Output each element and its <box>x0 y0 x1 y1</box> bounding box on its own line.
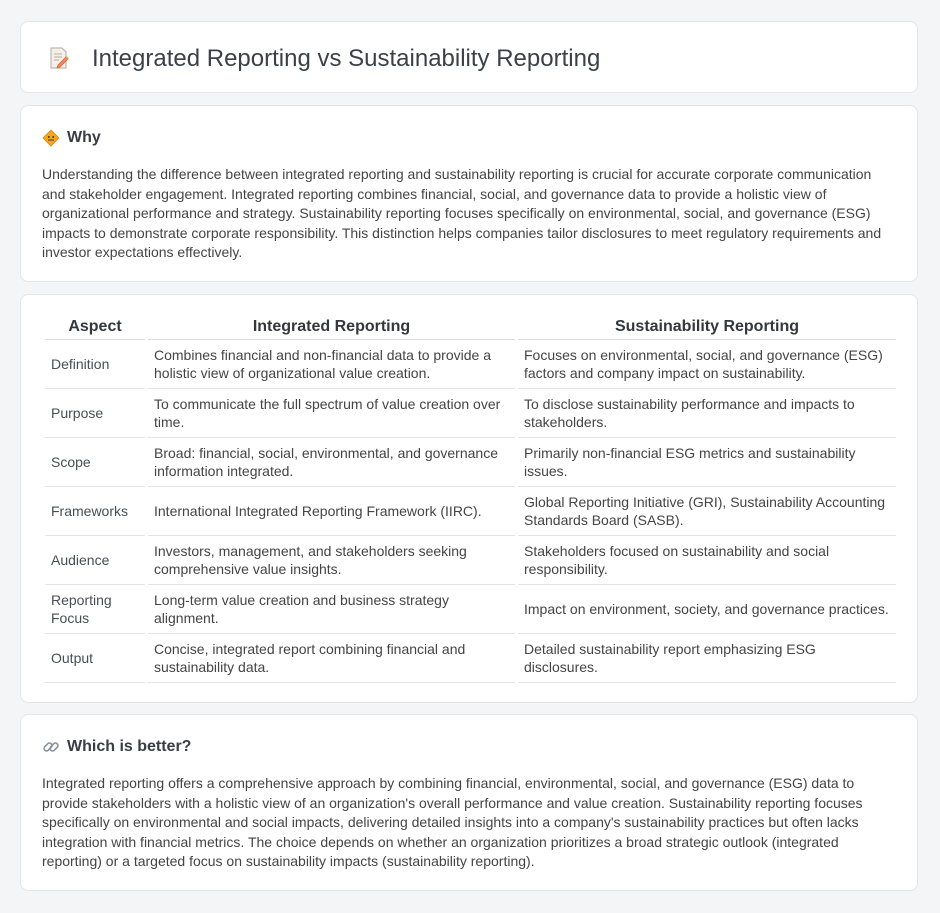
row-aspect: Definition <box>45 340 145 389</box>
table-row: Frameworks International Integrated Repo… <box>45 487 896 536</box>
row-integrated: International Integrated Reporting Frame… <box>148 487 515 536</box>
row-sustainability: Focuses on environmental, social, and go… <box>518 340 896 389</box>
row-integrated: Combines financial and non-financial dat… <box>148 340 515 389</box>
row-integrated: Broad: financial, social, environmental,… <box>148 438 515 487</box>
table-header-row: Aspect Integrated Reporting Sustainabili… <box>45 315 896 340</box>
title-card: Integrated Reporting vs Sustainability R… <box>20 21 918 93</box>
table-row: Reporting Focus Long-term value creation… <box>45 585 896 634</box>
header-aspect: Aspect <box>45 315 145 340</box>
header-sustainability: Sustainability Reporting <box>518 315 896 340</box>
row-integrated: Concise, integrated report combining fin… <box>148 634 515 683</box>
why-header: Why <box>42 128 101 148</box>
row-sustainability: To disclose sustainability performance a… <box>518 389 896 438</box>
better-header: Which is better? <box>42 737 191 757</box>
comparison-section: Aspect Integrated Reporting Sustainabili… <box>20 294 918 703</box>
table-row: Audience Investors, management, and stak… <box>45 536 896 585</box>
table-row: Output Concise, integrated report combin… <box>45 634 896 683</box>
row-aspect: Scope <box>45 438 145 487</box>
memo-pencil-icon <box>47 46 71 70</box>
row-aspect: Reporting Focus <box>45 585 145 634</box>
why-section: Why Understanding the difference between… <box>20 105 918 282</box>
warning-sign-icon <box>42 129 60 147</box>
row-aspect: Frameworks <box>45 487 145 536</box>
header-integrated: Integrated Reporting <box>148 315 515 340</box>
which-better-section: Which is better? Integrated reporting of… <box>20 714 918 891</box>
table-row: Definition Combines financial and non-fi… <box>45 340 896 389</box>
why-heading: Why <box>67 129 101 146</box>
table-row: Purpose To communicate the full spectrum… <box>45 389 896 438</box>
row-aspect: Output <box>45 634 145 683</box>
row-aspect: Purpose <box>45 389 145 438</box>
page-title: Integrated Reporting vs Sustainability R… <box>92 45 601 72</box>
better-text: Integrated reporting offers a comprehens… <box>42 775 863 870</box>
row-integrated: To communicate the full spectrum of valu… <box>148 389 515 438</box>
row-sustainability: Stakeholders focused on sustainability a… <box>518 536 896 585</box>
why-text: Understanding the difference between int… <box>42 166 882 261</box>
row-integrated: Long-term value creation and business st… <box>148 585 515 634</box>
comparison-table: Aspect Integrated Reporting Sustainabili… <box>42 315 899 683</box>
table-row: Scope Broad: financial, social, environm… <box>45 438 896 487</box>
better-heading: Which is better? <box>67 738 192 755</box>
row-sustainability: Global Reporting Initiative (GRI), Susta… <box>518 487 896 536</box>
link-icon <box>42 738 60 756</box>
row-sustainability: Detailed sustainability report emphasizi… <box>518 634 896 683</box>
row-sustainability: Primarily non-financial ESG metrics and … <box>518 438 896 487</box>
row-sustainability: Impact on environment, society, and gove… <box>518 585 896 634</box>
row-aspect: Audience <box>45 536 145 585</box>
row-integrated: Investors, management, and stakeholders … <box>148 536 515 585</box>
